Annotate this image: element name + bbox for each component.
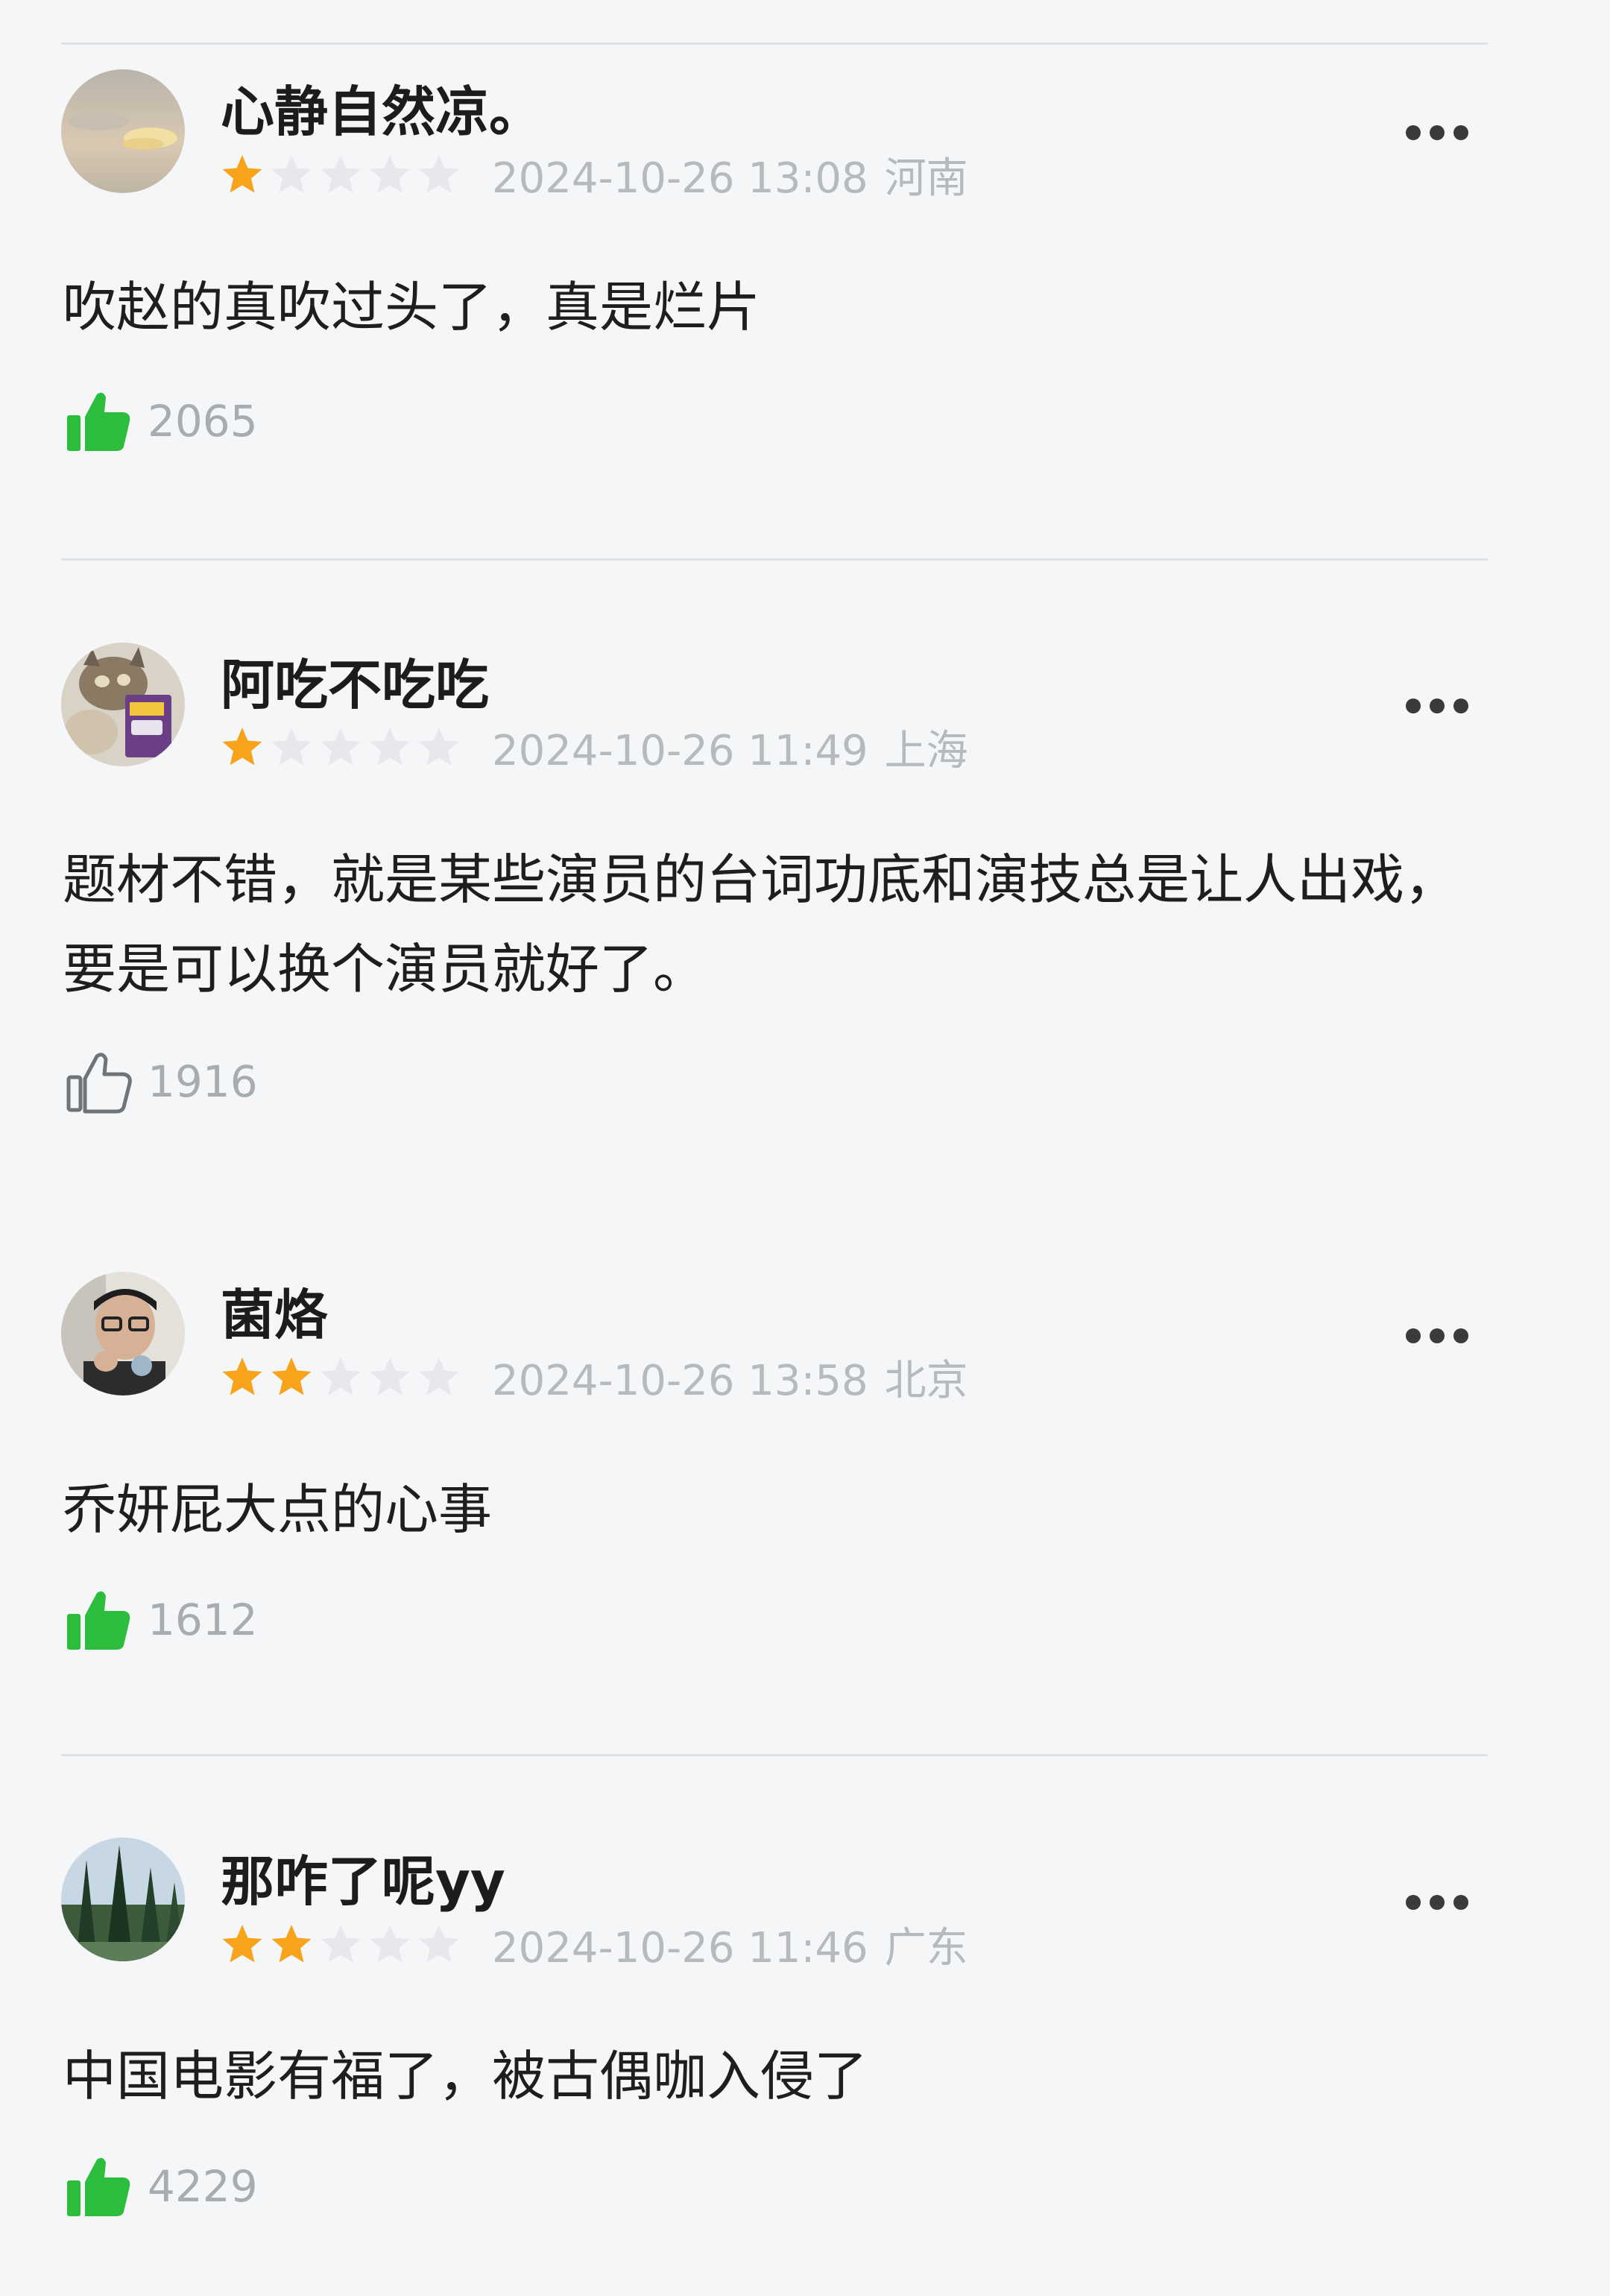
star-icon xyxy=(368,1923,411,1965)
rating-stars xyxy=(221,726,467,768)
meta-text: 2024-10-26 11:46 广东 xyxy=(492,1914,968,1975)
like-count: 1916 xyxy=(148,1056,258,1107)
avatar[interactable] xyxy=(61,643,185,766)
star-icon xyxy=(221,154,264,195)
comment-text: 题材不错，就是某些演员的台词功底和演技总是让人出戏，要是可以换个演员就好了。 xyxy=(63,848,1459,1000)
star-icon xyxy=(221,726,264,768)
like-button[interactable]: 4229 xyxy=(64,2152,258,2221)
rating-stars xyxy=(221,1923,467,1965)
location: 北京 xyxy=(884,1356,968,1405)
location: 广东 xyxy=(884,1923,968,1972)
divider xyxy=(61,1754,1488,1756)
like-button[interactable]: 1612 xyxy=(64,1586,258,1654)
star-icon xyxy=(368,1356,411,1398)
meta-row: 2024-10-26 13:08 河南 xyxy=(221,151,968,203)
rating-stars xyxy=(221,1356,467,1398)
meta-row: 2024-10-26 13:58 北京 xyxy=(221,1353,968,1405)
star-icon xyxy=(221,1923,264,1965)
datetime: 2024-10-26 13:08 xyxy=(492,154,868,203)
star-icon xyxy=(319,726,362,768)
star-icon xyxy=(319,1356,362,1398)
star-icon xyxy=(417,1356,461,1398)
comment-text: 吹赵的真吹过头了，真是烂片 xyxy=(63,276,761,338)
datetime: 2024-10-26 11:46 xyxy=(492,1923,868,1972)
meta-text: 2024-10-26 11:49 上海 xyxy=(492,717,968,778)
username[interactable]: 菌烙 xyxy=(221,1285,328,1345)
rating-stars xyxy=(221,154,467,195)
comment-text: 乔妍屁大点的心事 xyxy=(63,1478,493,1541)
star-icon xyxy=(417,726,461,768)
star-icon xyxy=(319,154,362,195)
meta-row: 2024-10-26 11:46 广东 xyxy=(221,1920,968,1972)
location: 上海 xyxy=(884,726,968,775)
like-count: 4229 xyxy=(148,2161,258,2212)
more-icon[interactable] xyxy=(1406,122,1468,144)
username[interactable]: 阿吃不吃吃 xyxy=(221,655,489,715)
top-divider xyxy=(61,42,1488,45)
username[interactable]: 那咋了呢yy xyxy=(221,1852,505,1911)
star-icon xyxy=(368,154,411,195)
meta-text: 2024-10-26 13:58 北京 xyxy=(492,1347,968,1407)
like-button[interactable]: 1916 xyxy=(64,1047,258,1116)
more-icon[interactable] xyxy=(1406,1891,1468,1914)
star-icon xyxy=(270,726,313,768)
star-icon xyxy=(221,1356,264,1398)
more-icon[interactable] xyxy=(1406,695,1468,717)
location: 河南 xyxy=(884,154,968,203)
avatar[interactable] xyxy=(61,1272,185,1395)
username[interactable]: 心静自然凉。 xyxy=(221,82,543,142)
more-icon[interactable] xyxy=(1406,1325,1468,1347)
star-icon xyxy=(417,154,461,195)
star-icon xyxy=(417,1923,461,1965)
avatar[interactable] xyxy=(61,1838,185,1961)
thumbs-up-icon xyxy=(64,1586,133,1654)
meta-text: 2024-10-26 13:08 河南 xyxy=(492,145,968,205)
thumbs-up-icon xyxy=(64,2152,133,2221)
star-icon xyxy=(319,1923,362,1965)
avatar[interactable] xyxy=(61,69,185,193)
datetime: 2024-10-26 13:58 xyxy=(492,1356,868,1405)
star-icon xyxy=(270,1356,313,1398)
star-icon xyxy=(368,726,411,768)
like-count: 1612 xyxy=(148,1595,258,1645)
thumbs-up-icon xyxy=(64,1047,133,1116)
comment-text: 中国电影有福了，被古偶咖入侵了 xyxy=(63,2045,868,2107)
datetime: 2024-10-26 11:49 xyxy=(492,726,868,775)
star-icon xyxy=(270,154,313,195)
divider xyxy=(61,558,1488,561)
like-count: 2065 xyxy=(148,396,258,447)
thumbs-up-icon xyxy=(64,387,133,455)
star-icon xyxy=(270,1923,313,1965)
like-button[interactable]: 2065 xyxy=(64,387,258,455)
meta-row: 2024-10-26 11:49 上海 xyxy=(221,723,968,775)
